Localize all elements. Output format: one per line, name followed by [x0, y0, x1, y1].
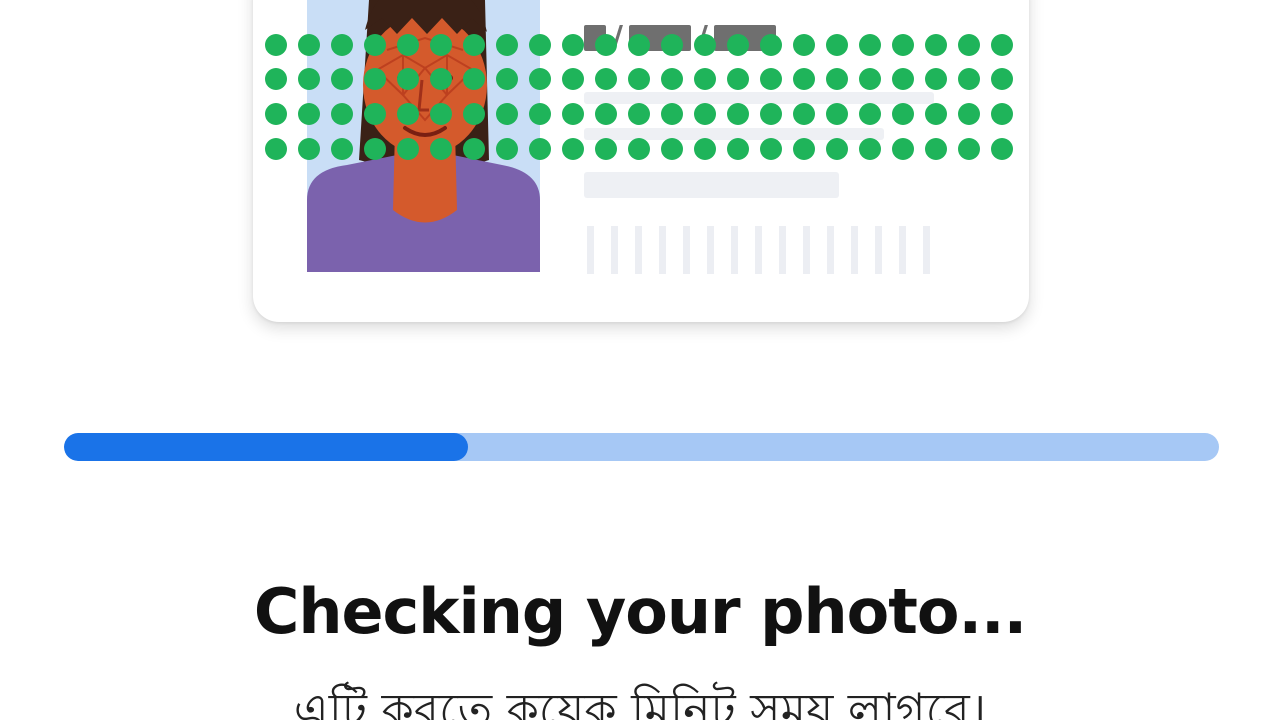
status-title: Checking your photo... [253, 575, 1027, 648]
barcode-bar [731, 226, 738, 274]
barcode-bar [779, 226, 786, 274]
barcode-bar [851, 226, 858, 274]
barcode-bar [827, 226, 834, 274]
portrait-photo [307, 0, 540, 272]
progress-bar-fill [64, 433, 469, 461]
status-subtitle: এটি করতে কয়েক মিনিট সময় লাগবে। [293, 683, 987, 720]
progress-bar [64, 433, 1219, 461]
verification-screen: / / Checking your photo... এটি করতে কয়ে… [0, 0, 1280, 720]
card-text-line [584, 92, 934, 104]
barcode-bar [635, 226, 642, 274]
barcode-bar [611, 226, 618, 274]
barcode-bar [923, 226, 930, 274]
barcode-bar [707, 226, 714, 274]
card-text-line [584, 172, 839, 198]
barcode-bar [659, 226, 666, 274]
barcode-bar [899, 226, 906, 274]
barcode-bar [683, 226, 690, 274]
barcode-bar [803, 226, 810, 274]
id-card-illustration: / / [253, 0, 1029, 322]
person-portrait-icon [307, 0, 540, 272]
barcode-bar [587, 226, 594, 274]
barcode-bar [755, 226, 762, 274]
barcode-icon [587, 226, 930, 274]
card-text-line [584, 128, 884, 140]
expiry-date-mask: / / [584, 23, 776, 53]
barcode-bar [875, 226, 882, 274]
